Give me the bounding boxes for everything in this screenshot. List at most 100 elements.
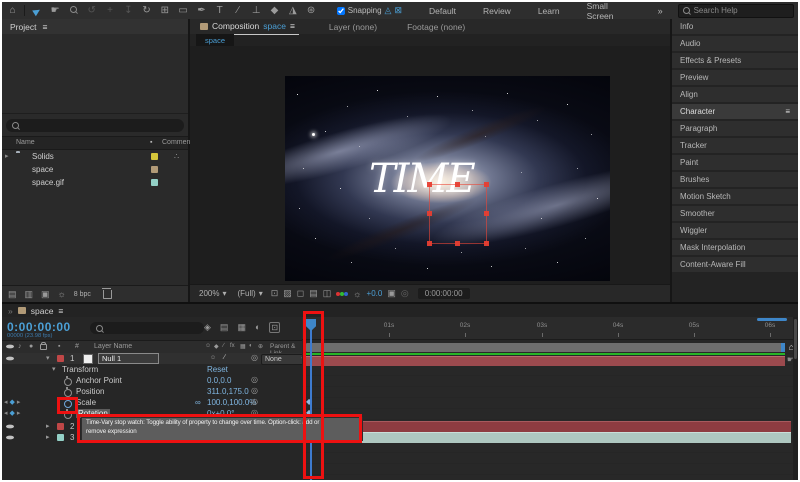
workspace-default[interactable]: Default (429, 6, 456, 16)
panel-menu-icon[interactable]: ≡ (42, 22, 47, 32)
playhead-line[interactable] (310, 327, 312, 482)
pan-camera-tool-icon[interactable]: + (103, 3, 116, 19)
3d-view-icon[interactable]: ◫ (323, 288, 332, 299)
label-swatch-red[interactable] (57, 423, 64, 430)
label-swatch-tan[interactable] (151, 166, 158, 173)
comp-subtab-space[interactable]: space (196, 34, 234, 46)
panel-tab-wiggler[interactable]: Wiggler (672, 223, 798, 238)
panel-chevrons-icon[interactable]: » (8, 306, 13, 316)
selection-handle[interactable] (484, 241, 489, 246)
type-tool-icon[interactable]: T (213, 3, 226, 19)
item-name[interactable]: space.gif (32, 178, 64, 187)
new-folder-icon[interactable]: ▥ (25, 289, 34, 300)
frame-blending-icon[interactable]: ▦ (237, 322, 246, 333)
rotation-stopwatch-icon[interactable] (64, 411, 72, 421)
keyframe-diamond-icon[interactable]: ◆ (9, 399, 14, 406)
keyframe-diamond-icon[interactable]: ◆ (9, 410, 14, 417)
property-pickwhip-icon[interactable]: ◎ (251, 375, 258, 384)
item-name[interactable]: Solids (32, 152, 54, 161)
draft-3d-icon[interactable]: ▤ (220, 322, 229, 333)
layer-row-1[interactable]: ▾ 1 Null 1 ☺ ∕ ◎ None ▾ (2, 353, 302, 364)
quality-column-icon[interactable]: ∕ (223, 343, 224, 349)
snap-option-icon[interactable]: ◬ (385, 5, 392, 16)
project-row-space[interactable]: space (2, 163, 188, 176)
work-area-end-handle[interactable] (781, 343, 785, 352)
project-panel-header[interactable]: Project ≡ (2, 19, 188, 34)
region-of-interest-icon[interactable]: ◻ (297, 288, 304, 299)
keyframe-navigator[interactable]: ◂ ◆ ▸ (4, 398, 34, 406)
expand-arrow-icon[interactable]: ▸ (5, 152, 9, 160)
delete-trash-icon[interactable] (103, 290, 112, 299)
home-icon[interactable]: ⌂ (6, 3, 19, 19)
time-navigator-handle[interactable] (757, 318, 787, 321)
audio-column-icon[interactable]: ♪ (18, 343, 22, 350)
magnification-dropdown[interactable]: 200% ▾ (196, 289, 229, 298)
snapping-checkbox[interactable] (337, 7, 345, 15)
tab-layer[interactable]: Layer (none) (329, 22, 377, 32)
position-label[interactable]: Position (76, 387, 104, 396)
solo-column-icon[interactable]: ● (29, 343, 33, 350)
video-column-icon[interactable] (6, 343, 14, 352)
label-swatch-teal[interactable] (57, 434, 64, 441)
frame-blend-column-icon[interactable]: ▦ (240, 343, 246, 350)
column-number[interactable]: # (75, 343, 79, 350)
panel-tab-info[interactable]: Info (672, 19, 798, 34)
column-name[interactable]: Name (16, 139, 35, 146)
twirl-arrow-icon[interactable]: ▾ (46, 354, 50, 362)
shy-switch-icon[interactable]: ☺ (210, 355, 216, 361)
hand-tool-icon[interactable]: ☛ (49, 3, 62, 19)
project-settings-icon[interactable]: ☼ (58, 289, 66, 299)
selection-handle[interactable] (455, 182, 460, 187)
twirl-arrow-icon[interactable]: ▸ (46, 422, 50, 430)
label-swatch-red[interactable] (57, 355, 64, 362)
prev-keyframe-icon[interactable]: ◂ (4, 399, 8, 406)
project-search-input[interactable] (6, 119, 184, 132)
new-composition-icon[interactable]: ▣ (41, 289, 50, 300)
workspace-small-screen[interactable]: Small Screen (587, 1, 635, 21)
label-swatch-teal[interactable] (151, 179, 158, 186)
twirl-arrow-icon[interactable]: ▸ (46, 433, 50, 441)
panel-tab-content-aware-fill[interactable]: Content-Aware Fill (672, 257, 798, 272)
workspace-learn[interactable]: Learn (538, 6, 560, 16)
layer3-duration-bar[interactable] (306, 432, 791, 443)
selection-handle[interactable] (484, 211, 489, 216)
selection-handle[interactable] (427, 182, 432, 187)
viewer-timecode[interactable]: 0:00:00:00 (418, 288, 470, 299)
panel-tab-effects-presets[interactable]: Effects & Presets (672, 53, 798, 68)
scale-value[interactable]: 100.0,100.0% (207, 398, 256, 407)
selection-handle[interactable] (455, 241, 460, 246)
panel-tab-brushes[interactable]: Brushes (672, 172, 798, 187)
shy-column-icon[interactable]: ☺ (205, 343, 211, 349)
position-row[interactable]: Position 311.0,175.0 ◎ (2, 386, 302, 397)
graph-editor-icon[interactable]: ⊡ (269, 322, 280, 333)
anchor-point-row[interactable]: Anchor Point 0.0,0.0 ◎ (2, 375, 302, 386)
mask-visibility-icon[interactable]: ▨ (283, 288, 292, 299)
panel-tab-motion-sketch[interactable]: Motion Sketch (672, 189, 798, 204)
link-dimensions-icon[interactable]: ∞ (195, 398, 201, 407)
column-comment[interactable]: Comment (162, 139, 192, 146)
workspace-review[interactable]: Review (483, 6, 511, 16)
next-keyframe-icon[interactable]: ▸ (17, 399, 21, 406)
show-snapshot-icon[interactable]: ◎ (401, 288, 409, 299)
label-swatch-yellow[interactable] (151, 153, 158, 160)
anchor-point-label[interactable]: Anchor Point (76, 376, 122, 385)
property-pickwhip-icon[interactable]: ◎ (251, 386, 258, 395)
scale-label[interactable]: Scale (76, 398, 96, 407)
interpret-footage-icon[interactable]: ▤ (8, 289, 17, 300)
panel-menu-icon[interactable]: ≡ (58, 306, 63, 316)
transform-group-label[interactable]: Transform (62, 365, 98, 374)
panel-tab-mask-interpolation[interactable]: Mask Interpolation (672, 240, 798, 255)
selection-tool-icon[interactable]: ▶ (27, 0, 47, 21)
exposure-value[interactable]: +0.0 (367, 289, 383, 298)
current-timecode[interactable]: 0:00:00:00 (7, 320, 71, 334)
eye-icon[interactable] (6, 355, 14, 364)
composition-canvas[interactable]: TIME (190, 46, 674, 285)
tab-composition[interactable]: Composition space ≡ (196, 19, 299, 35)
motion-blur-icon[interactable]: ◐ (255, 322, 260, 333)
property-pickwhip-icon[interactable]: ◎ (251, 397, 258, 406)
quality-switch-icon[interactable]: ∕ (224, 354, 225, 361)
channel-rgb-icon[interactable] (336, 292, 340, 296)
layer-name-editbox[interactable]: Null 1 (98, 353, 159, 364)
anchor-point-value[interactable]: 0.0,0.0 (207, 376, 231, 385)
panel-tab-character[interactable]: Character ≡ (672, 104, 798, 119)
